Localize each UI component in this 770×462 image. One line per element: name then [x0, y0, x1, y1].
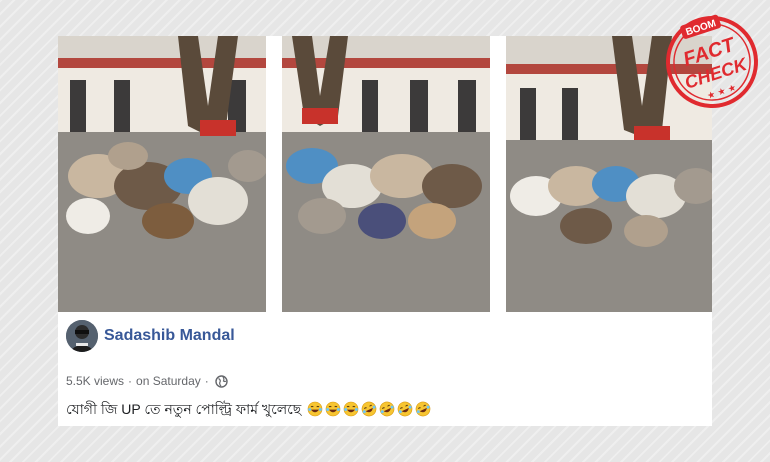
rofl-emoji-icon [361, 401, 377, 420]
laughing-emoji-icon [343, 401, 359, 420]
rofl-emoji-icon [415, 401, 431, 420]
caption-emojis [305, 401, 431, 417]
post-author-row: Sadashib Mandal [66, 320, 666, 356]
post-caption: যোগী জি UP তে নতুন পোল্ট্রি ফার্ম খুলেছে [66, 398, 431, 422]
globe-icon [215, 375, 228, 391]
author-avatar[interactable] [66, 320, 98, 352]
laughing-emoji-icon [325, 401, 341, 420]
author-name-link[interactable]: Sadashib Mandal [104, 327, 235, 345]
meta-separator: · [204, 374, 209, 388]
fact-check-stamp: BOOM FACT CHECK ★ ★ ★ [662, 12, 762, 112]
fact-check-card: Sadashib Mandal [58, 36, 712, 426]
meta-separator: · [128, 374, 133, 388]
rofl-emoji-icon [379, 401, 395, 420]
laughing-emoji-icon [307, 401, 323, 420]
post-time-link[interactable]: on Saturday [136, 374, 201, 388]
video-frames-strip [58, 36, 712, 312]
caption-text: যোগী জি UP তে নতুন পোল্ট্রি ফার্ম খুলেছে [66, 401, 302, 417]
video-frame-1[interactable] [58, 36, 266, 312]
video-frame-2[interactable] [282, 36, 490, 312]
post-meta: 5.5K views · on Saturday · [66, 374, 228, 391]
view-count: 5.5K views [66, 374, 125, 388]
rofl-emoji-icon [397, 401, 413, 420]
